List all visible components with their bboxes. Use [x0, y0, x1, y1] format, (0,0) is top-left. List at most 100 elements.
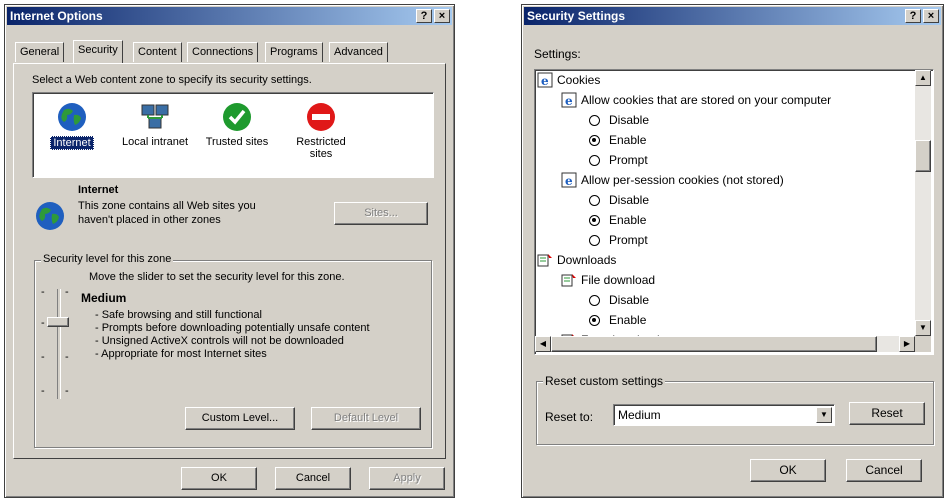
- download-setting-icon: [561, 274, 576, 287]
- zone-prompt: Select a Web content zone to specify its…: [32, 74, 312, 86]
- radio-unselected-icon[interactable]: [589, 115, 600, 126]
- horizontal-scroll-thumb[interactable]: [551, 336, 877, 352]
- tree-row-label: Cookies: [557, 73, 601, 87]
- radio-unselected-icon[interactable]: [589, 235, 600, 246]
- zone-list: Internet Local intranet Trusted sites Re…: [32, 92, 434, 178]
- radio-unselected-icon[interactable]: [589, 155, 600, 166]
- default-level-button[interactable]: Default Level: [311, 407, 421, 430]
- slider-tick-3: -: [41, 317, 45, 329]
- tree-row-label: Allow cookies that are stored on your co…: [581, 93, 832, 107]
- horizontal-scrollbar[interactable]: ◀ ▶: [535, 336, 915, 352]
- svg-text:e: e: [541, 74, 549, 88]
- slider-tick-5: -: [41, 351, 45, 363]
- security-level-group: Security level for this zone Move the sl…: [34, 253, 432, 448]
- security-slider-thumb[interactable]: [47, 317, 69, 327]
- tree-row-label: Disable: [609, 293, 650, 307]
- radio-selected-icon[interactable]: [589, 215, 600, 226]
- tree-row-label: Enable: [609, 313, 647, 327]
- scroll-up-button[interactable]: ▲: [915, 70, 931, 86]
- no-entry-icon: [307, 103, 335, 131]
- scroll-right-button[interactable]: ▶: [899, 336, 915, 352]
- security-level-bullet: - Appropriate for most Internet sites: [95, 348, 267, 360]
- close-button[interactable]: ×: [923, 9, 939, 23]
- zone-title: Internet: [78, 184, 119, 196]
- settings-tree[interactable]: e Cookies e Allow cookies that are stored o…: [534, 69, 934, 355]
- window-title: Security Settings: [527, 9, 626, 23]
- download-setting-icon: [537, 254, 552, 267]
- tab-connections[interactable]: Connections: [187, 42, 259, 62]
- ie-setting-icon: e: [561, 172, 577, 188]
- radio-selected-icon[interactable]: [589, 315, 600, 326]
- apply-button[interactable]: Apply: [369, 467, 445, 490]
- help-button[interactable]: ?: [905, 9, 921, 23]
- tab-strip: General Security Content Connections Pro…: [11, 40, 451, 64]
- tab-advanced[interactable]: Advanced: [329, 42, 388, 62]
- zone-label-local-intranet: Local intranet: [121, 136, 189, 148]
- zone-restricted-sites[interactable]: Restricted sites: [289, 101, 353, 160]
- scroll-down-button[interactable]: ▼: [915, 320, 931, 336]
- security-level-bullet: - Unsigned ActiveX controls will not be …: [95, 335, 344, 347]
- zone-label-internet: Internet: [50, 136, 94, 150]
- sites-button[interactable]: Sites...: [334, 202, 428, 225]
- zone-local-intranet[interactable]: Local intranet: [117, 101, 193, 148]
- help-button[interactable]: ?: [416, 9, 432, 23]
- chevron-down-icon[interactable]: ▼: [816, 407, 832, 423]
- tree-row-label: Downloads: [557, 253, 617, 267]
- security-level-bullet: - Safe browsing and still functional: [95, 309, 262, 321]
- security-tab-panel: Select a Web content zone to specify its…: [13, 63, 446, 459]
- internet-options-window: Internet Options ? × General Security Co…: [4, 4, 455, 498]
- settings-tree-body: e Cookies e Allow cookies that are stored o…: [535, 70, 915, 338]
- checkmark-icon: [223, 103, 251, 131]
- tab-content[interactable]: Content: [133, 42, 182, 62]
- tab-programs[interactable]: Programs: [265, 42, 323, 62]
- slider-hint: Move the slider to set the security leve…: [89, 271, 345, 283]
- slider-tick-6: -: [65, 351, 69, 363]
- tab-security[interactable]: Security: [73, 40, 123, 63]
- tree-row-label: File download: [581, 273, 656, 287]
- radio-unselected-icon[interactable]: [589, 295, 600, 306]
- globe-icon: [36, 202, 64, 230]
- slider-tick-2: -: [65, 286, 69, 298]
- reset-custom-settings-group: Reset custom settings Reset to: Medium ▼…: [536, 374, 934, 445]
- slider-tick-7: -: [41, 385, 45, 397]
- svg-text:e: e: [565, 94, 573, 108]
- internet-options-titlebar[interactable]: Internet Options ? ×: [7, 7, 452, 25]
- cancel-button[interactable]: Cancel: [846, 459, 922, 482]
- scrollbar-corner: [915, 336, 931, 352]
- vertical-scroll-thumb[interactable]: [915, 140, 931, 172]
- security-settings-titlebar[interactable]: Security Settings ? ×: [524, 7, 941, 25]
- reset-level-dropdown[interactable]: Medium ▼: [613, 404, 835, 426]
- zone-description-line-1: This zone contains all Web sites you: [78, 200, 256, 212]
- ie-setting-icon: e: [537, 72, 553, 88]
- vertical-scrollbar[interactable]: ▲ ▼: [915, 70, 931, 336]
- globe-icon: [58, 103, 86, 131]
- ie-setting-icon: e: [561, 92, 577, 108]
- tree-row-label: Allow per-session cookies (not stored): [581, 173, 784, 187]
- reset-button[interactable]: Reset: [849, 402, 925, 425]
- tab-general[interactable]: General: [15, 42, 65, 62]
- tree-row-label: Disable: [609, 193, 650, 207]
- slider-tick-1: -: [41, 286, 45, 298]
- close-button[interactable]: ×: [434, 9, 450, 23]
- custom-level-button[interactable]: Custom Level...: [185, 407, 295, 430]
- svg-text:e: e: [565, 174, 573, 188]
- tree-row-label: Disable: [609, 113, 650, 127]
- cancel-button[interactable]: Cancel: [275, 467, 351, 490]
- scroll-left-button[interactable]: ◀: [535, 336, 551, 352]
- ok-button[interactable]: OK: [750, 459, 826, 482]
- radio-selected-icon[interactable]: [589, 135, 600, 146]
- security-level-bullet: - Prompts before downloading potentially…: [95, 322, 370, 334]
- reset-to-label: Reset to:: [545, 410, 594, 424]
- zone-label-restricted-sites: Restricted sites: [296, 136, 346, 160]
- zone-internet[interactable]: Internet: [37, 101, 107, 150]
- ok-button[interactable]: OK: [181, 467, 257, 490]
- zone-trusted-sites[interactable]: Trusted sites: [199, 101, 275, 148]
- zone-label-trusted-sites: Trusted sites: [205, 136, 269, 148]
- slider-tick-8: -: [65, 385, 69, 397]
- reset-group-label: Reset custom settings: [543, 374, 666, 388]
- tree-row-label: Enable: [609, 133, 647, 147]
- radio-unselected-icon[interactable]: [589, 195, 600, 206]
- settings-label: Settings:: [534, 47, 581, 61]
- window-title: Internet Options: [10, 9, 103, 23]
- intranet-icon: [141, 104, 169, 129]
